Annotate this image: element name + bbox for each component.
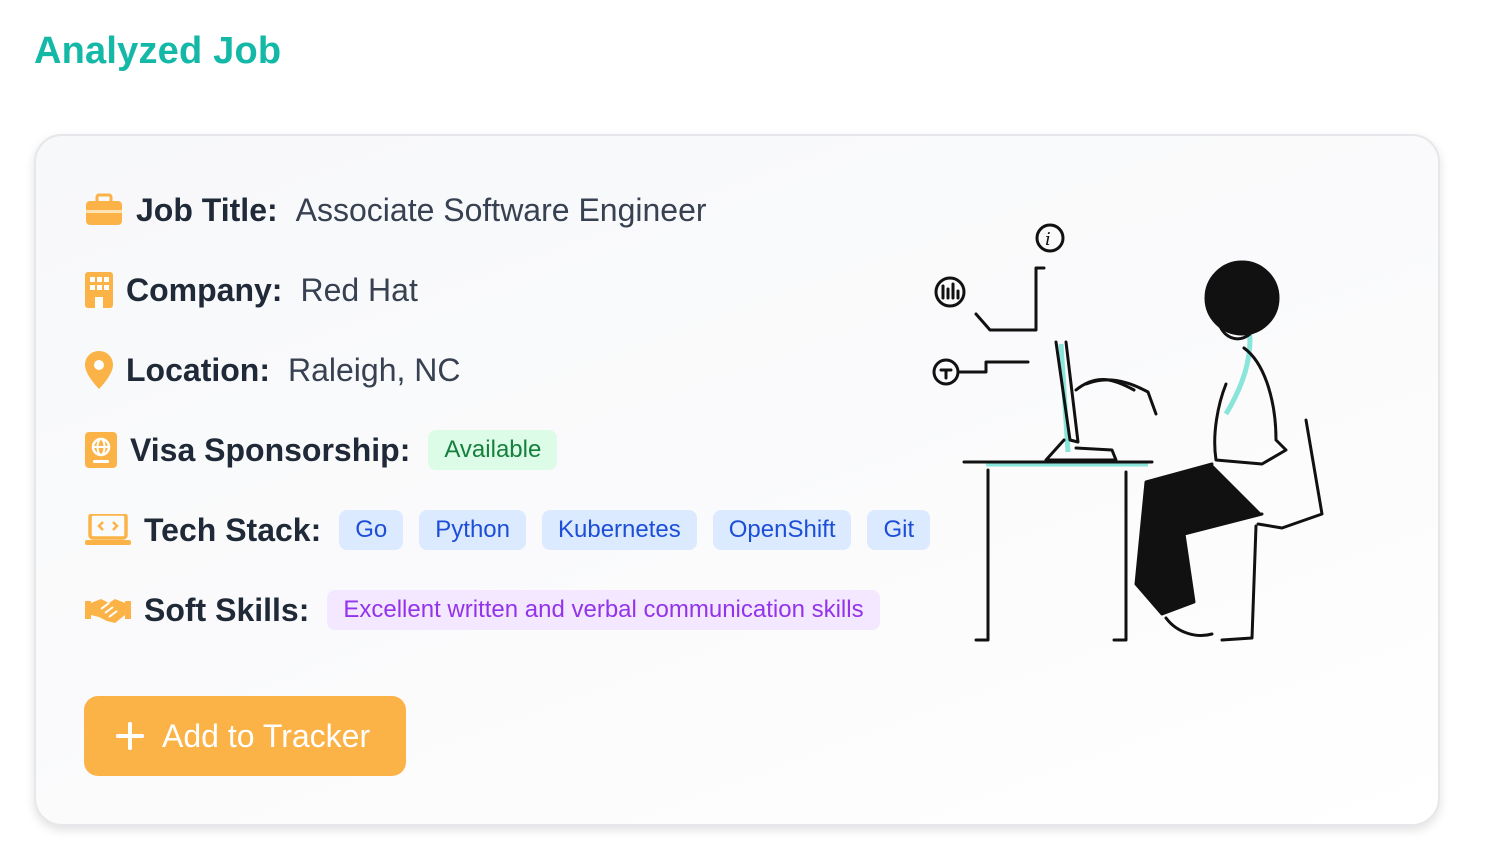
- svg-text:i: i: [1045, 229, 1051, 250]
- passport-icon: [84, 430, 118, 470]
- visa-row: Visa Sponsorship: Available: [84, 426, 573, 474]
- company-value: Red Hat: [300, 271, 418, 308]
- briefcase-icon: [84, 190, 124, 230]
- soft-skills-label: Soft Skills:: [144, 591, 310, 628]
- tech-badge: Go: [339, 510, 404, 550]
- laptop-code-icon: [84, 510, 132, 550]
- job-title-value: Associate Software Engineer: [295, 191, 707, 228]
- plus-icon: [116, 722, 144, 750]
- job-title-row: Job Title: Associate Software Engineer: [84, 186, 707, 234]
- tech-badge: Kubernetes: [541, 510, 697, 550]
- building-icon: [84, 270, 114, 310]
- map-pin-icon: [84, 350, 114, 390]
- visa-label: Visa Sponsorship:: [130, 431, 411, 468]
- location-label: Location:: [126, 351, 270, 388]
- location-value: Raleigh, NC: [287, 351, 461, 388]
- company-label: Company:: [126, 271, 283, 308]
- page-title: Analyzed Job: [34, 30, 282, 72]
- job-title-label: Job Title:: [136, 191, 278, 228]
- tech-badge: OpenShift: [712, 510, 852, 550]
- soft-skill-badge: Excellent written and verbal communicati…: [327, 590, 880, 630]
- company-row: Company: Red Hat: [84, 266, 418, 314]
- location-row: Location: Raleigh, NC: [84, 346, 461, 394]
- add-to-tracker-label: Add to Tracker: [162, 717, 371, 754]
- tech-stack-label: Tech Stack:: [144, 511, 322, 548]
- person-at-computer-illustration: i: [926, 214, 1326, 654]
- visa-status-badge: Available: [428, 430, 558, 470]
- add-to-tracker-button[interactable]: Add to Tracker: [84, 696, 406, 776]
- analyzed-job-card: Job Title: Associate Software Engineer C…: [34, 134, 1440, 826]
- tech-badge: Git: [867, 510, 931, 550]
- handshake-icon: [84, 590, 132, 630]
- soft-skills-row: Soft Skills: Excellent written and verba…: [84, 586, 896, 634]
- tech-badge: Python: [419, 510, 526, 550]
- tech-stack-row: Tech Stack: Go Python Kubernetes OpenShi…: [84, 506, 946, 554]
